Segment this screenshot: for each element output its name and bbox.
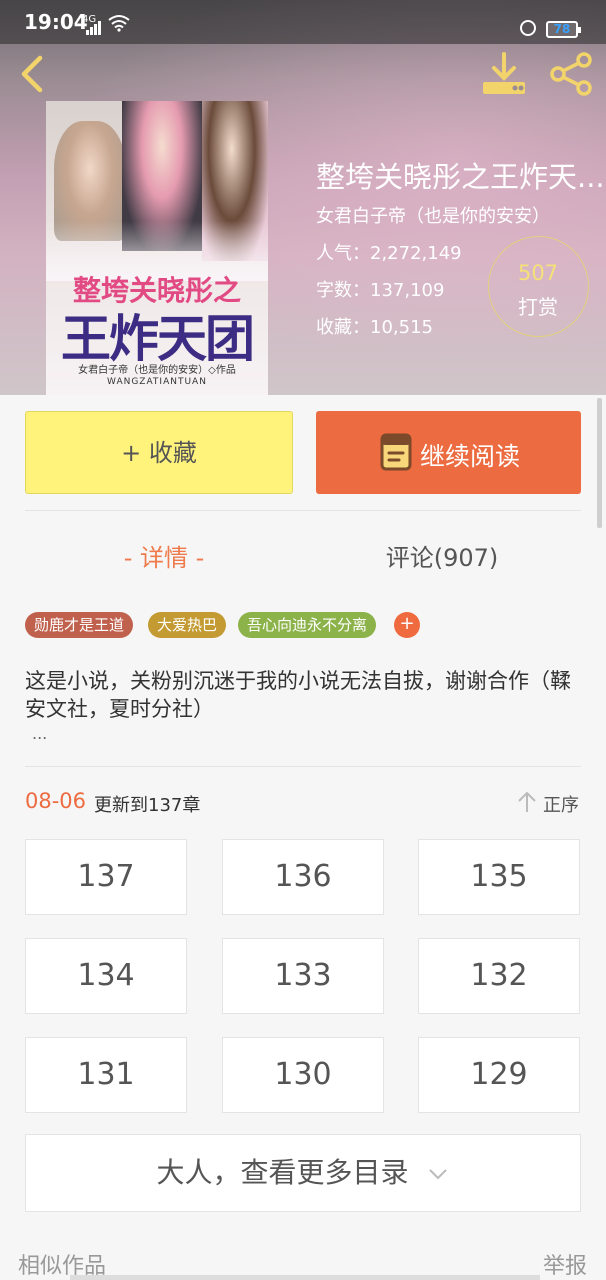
chapter-button[interactable]: 130 xyxy=(222,1037,384,1113)
book-header: 19:04 4G 78 整垮关晓彤之 王炸天团 女君白子帝（也是你的安安）◇作品… xyxy=(0,0,606,395)
rotation-lock-icon xyxy=(520,20,536,36)
back-button[interactable] xyxy=(14,52,54,96)
book-icon xyxy=(380,433,412,471)
share-button[interactable] xyxy=(548,52,596,96)
status-bar: 19:04 4G 78 xyxy=(0,0,606,44)
chapter-button[interactable]: 135 xyxy=(418,839,580,915)
battery-indicator: 78 xyxy=(546,21,581,38)
reward-count: 507 xyxy=(517,261,559,285)
book-author[interactable]: 女君白子帝（也是你的安安） xyxy=(316,202,550,228)
more-catalog-button[interactable]: 大人，查看更多目录 xyxy=(25,1134,581,1212)
tab-detail[interactable]: - 详情 - xyxy=(25,538,303,573)
word-count-stat: 字数：137,109 xyxy=(316,280,445,301)
wifi-icon xyxy=(108,15,130,32)
scrollbar[interactable] xyxy=(597,398,602,528)
divider xyxy=(25,766,581,767)
reward-label: 打赏 xyxy=(518,295,558,319)
chevron-down-icon xyxy=(429,1169,448,1180)
arrow-up-icon[interactable] xyxy=(516,790,538,814)
cover-author: 女君白子帝（也是你的安安）◇作品 xyxy=(78,365,236,376)
similar-works-strip xyxy=(70,1275,540,1280)
update-text: 更新到137章 xyxy=(94,795,201,816)
add-tag-button[interactable]: + xyxy=(394,612,420,638)
chapter-button[interactable]: 133 xyxy=(222,938,384,1014)
continue-reading-label: 继续阅读 xyxy=(420,442,521,471)
expand-description[interactable]: ... xyxy=(32,724,47,743)
chapter-button[interactable]: 132 xyxy=(418,938,580,1014)
popularity-stat: 人气：2,272,149 xyxy=(316,243,462,264)
reward-button[interactable]: 507 打赏 xyxy=(488,236,589,337)
chapter-button[interactable]: 137 xyxy=(25,839,187,915)
report-button[interactable]: 举报 xyxy=(543,1248,587,1280)
cover-pinyin: WANGZATIANTUAN xyxy=(107,377,207,387)
favorites-stat: 收藏：10,515 xyxy=(316,317,433,338)
status-time: 19:04 xyxy=(24,10,88,34)
chapter-button[interactable]: 134 xyxy=(25,938,187,1014)
more-catalog-label: 大人，查看更多目录 xyxy=(156,1156,409,1189)
tag-1[interactable]: 勋鹿才是王道 xyxy=(25,612,134,638)
continue-reading-button[interactable]: 继续阅读 xyxy=(316,411,581,494)
add-to-favorites-button[interactable]: + 收藏 xyxy=(25,411,293,494)
chapter-button[interactable]: 136 xyxy=(222,839,384,915)
tag-3[interactable]: 吾心向迪永不分离 xyxy=(238,612,377,638)
tab-comments[interactable]: 评论(907) xyxy=(303,538,581,573)
sort-toggle[interactable]: 正序 xyxy=(543,791,579,817)
book-cover[interactable]: 整垮关晓彤之 王炸天团 女君白子帝（也是你的安安）◇作品 WANGZATIANT… xyxy=(46,101,268,395)
chapter-button[interactable]: 131 xyxy=(25,1037,187,1113)
book-description: 这是小说，关粉别沉迷于我的小说无法自拔，谢谢合作（鞣安文社，夏时分社） xyxy=(25,669,571,721)
divider xyxy=(25,510,581,511)
book-title: 整垮关晓彤之王炸天... xyxy=(316,160,605,194)
tag-2[interactable]: 大爱热巴 xyxy=(148,612,227,638)
chapter-button[interactable]: 129 xyxy=(418,1037,580,1113)
update-date: 08-06 xyxy=(25,789,87,813)
download-button[interactable] xyxy=(480,52,528,96)
signal-icon xyxy=(86,21,102,35)
